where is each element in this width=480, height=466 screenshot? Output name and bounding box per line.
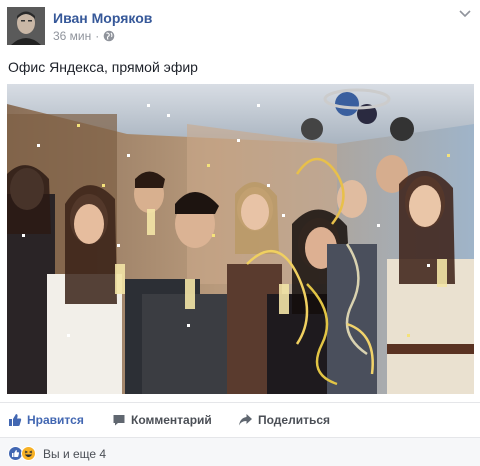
- thumbs-up-icon: [9, 414, 22, 426]
- meta-separator: ·: [95, 29, 100, 43]
- comment-label: Комментарий: [131, 413, 212, 427]
- post-meta: 36 мин ·: [53, 29, 115, 43]
- post-header: Иван Моряков 36 мин ·: [0, 0, 480, 52]
- comment-icon: [113, 415, 125, 426]
- post-time[interactable]: 36 мин: [53, 29, 91, 43]
- crowd: [7, 155, 474, 394]
- reaction-icons: [8, 446, 36, 461]
- haha-reaction-icon: [21, 446, 36, 461]
- avatar[interactable]: [7, 7, 45, 45]
- comment-button[interactable]: Комментарий: [112, 413, 212, 427]
- post-text: Офис Яндекса, прямой эфир: [8, 59, 198, 75]
- reactions-summary[interactable]: Вы и еще 4: [43, 447, 106, 461]
- post-actions: Нравится Комментарий Поделиться: [0, 402, 480, 436]
- globe-icon: [103, 30, 115, 42]
- share-label: Поделиться: [258, 413, 331, 427]
- author-name[interactable]: Иван Моряков: [53, 10, 152, 26]
- share-button[interactable]: Поделиться: [238, 413, 330, 427]
- like-button[interactable]: Нравится: [8, 413, 84, 427]
- like-reaction-icon: [8, 446, 23, 461]
- chevron-down-icon[interactable]: [458, 9, 472, 19]
- reactions-bar[interactable]: Вы и еще 4: [0, 437, 480, 466]
- like-label: Нравится: [27, 413, 84, 427]
- share-icon: [239, 414, 252, 426]
- post-photo[interactable]: [7, 84, 474, 394]
